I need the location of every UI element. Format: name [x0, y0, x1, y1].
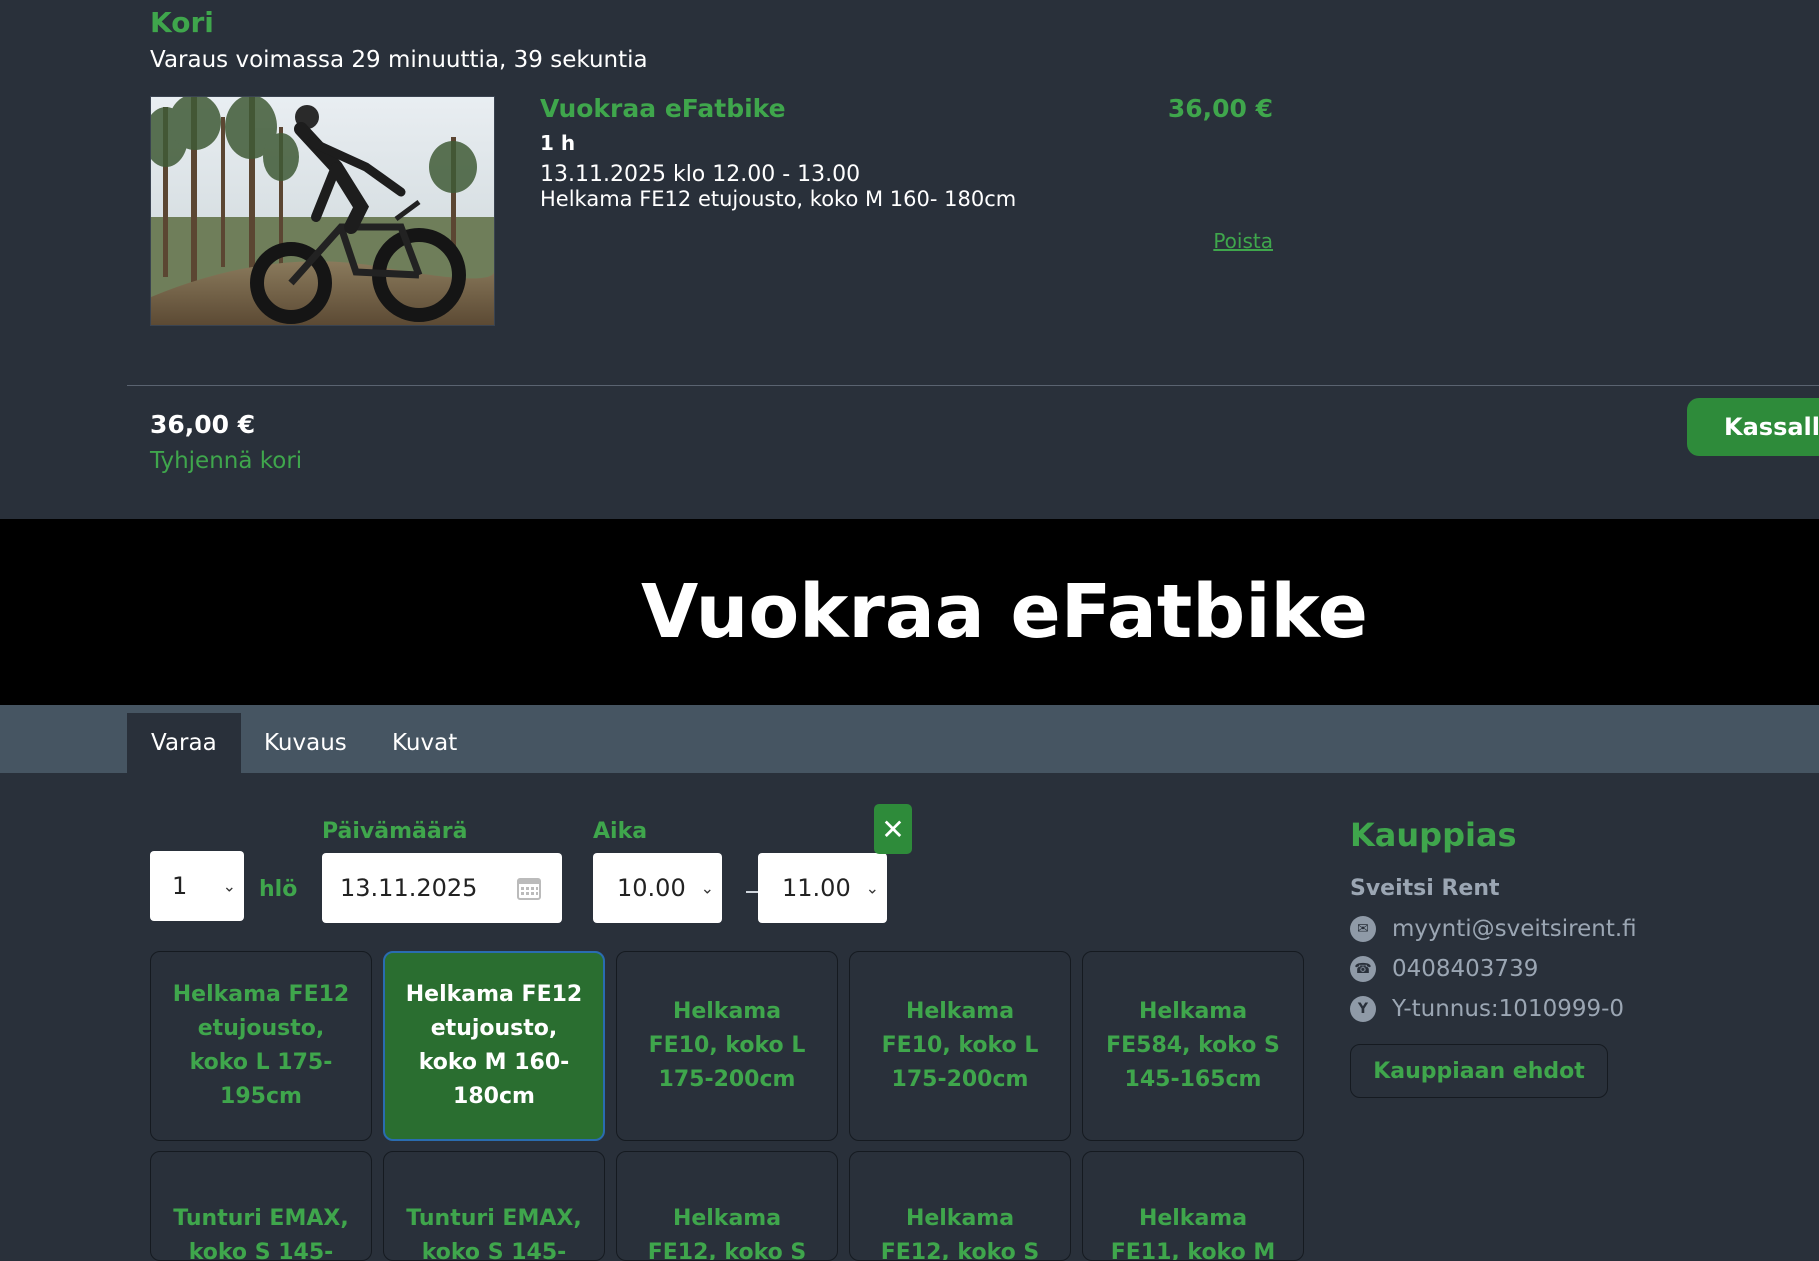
item-variant: Helkama FE12 etujousto, koko M 160- 180c…: [540, 187, 1017, 211]
tab-bar: Varaa Kuvaus Kuvat: [0, 705, 1819, 773]
item-title: Vuokraa eFatbike: [540, 94, 786, 123]
time-start-value: 10.00: [617, 874, 686, 902]
tab-kuvat[interactable]: Kuvat: [392, 713, 457, 773]
bike-card[interactable]: Helkama FE12, koko S: [849, 1151, 1071, 1261]
envelope-icon: ✉: [1350, 916, 1376, 942]
merchant-email[interactable]: myynti@sveitsirent.fi: [1392, 916, 1637, 942]
cart-divider: [127, 385, 1819, 386]
merchant-terms-button[interactable]: Kauppiaan ehdot: [1350, 1044, 1608, 1098]
merchant-name: Sveitsi Rent: [1350, 876, 1500, 901]
merchant-business-id-row: Y Y-tunnus:1010999-0: [1350, 996, 1624, 1022]
item-duration: 1 h: [540, 131, 576, 155]
merchant-phone-row[interactable]: ☎ 0408403739: [1350, 956, 1538, 982]
hero-banner: Vuokraa eFatbike: [0, 519, 1819, 705]
date-value: 13.11.2025: [340, 874, 478, 902]
bike-card-selected[interactable]: Helkama FE12 etujousto, koko M 160-180cm: [383, 951, 605, 1141]
persons-value: 1: [172, 872, 188, 900]
chevron-down-icon: ⌄: [865, 878, 879, 898]
item-price: 36,00 €: [1167, 94, 1273, 123]
efatbike-photo: [151, 97, 494, 325]
bike-card[interactable]: Helkama FE10, koko L 175-200cm: [616, 951, 838, 1141]
page-title: Vuokraa eFatbike: [641, 569, 1368, 655]
time-start-select[interactable]: 10.00 ⌄: [593, 853, 722, 923]
persons-select[interactable]: 1 ⌄: [150, 851, 244, 921]
merchant-email-row[interactable]: ✉ myynti@sveitsirent.fi: [1350, 916, 1637, 942]
clear-time-button[interactable]: ✕: [874, 804, 912, 854]
merchant-business-id: Y-tunnus:1010999-0: [1392, 996, 1625, 1022]
time-label: Aika: [593, 819, 648, 844]
merchant-title: Kauppias: [1350, 816, 1517, 854]
chevron-down-icon: ⌄: [700, 878, 714, 898]
booking-section: 1 ⌄ hlö Päivämäärä 13.11.2025 Aika 10.00…: [0, 773, 1819, 1261]
item-image: [150, 96, 495, 326]
time-end-value: 11.00: [782, 874, 851, 902]
time-end-select[interactable]: 11.00 ⌄: [758, 853, 887, 923]
bike-card[interactable]: Tunturi EMAX, koko S 145-: [150, 1151, 372, 1261]
bike-card[interactable]: Helkama FE584, koko S 145-165cm: [1082, 951, 1304, 1141]
bike-card[interactable]: Tunturi EMAX, koko S 145-: [383, 1151, 605, 1261]
persons-unit-label: hlö: [259, 877, 298, 902]
calendar-icon[interactable]: [516, 875, 542, 901]
cart-title: Kori: [150, 6, 214, 39]
item-datetime: 13.11.2025 klo 12.00 - 13.00: [540, 162, 861, 187]
clear-cart-link[interactable]: Tyhjennä kori: [150, 448, 302, 474]
close-icon: ✕: [881, 812, 905, 846]
date-input[interactable]: 13.11.2025: [322, 853, 562, 923]
merchant-phone[interactable]: 0408403739: [1392, 956, 1538, 982]
bike-card[interactable]: Helkama FE10, koko L 175-200cm: [849, 951, 1071, 1141]
cart-total: 36,00 €: [150, 410, 256, 439]
tab-varaa[interactable]: Varaa: [127, 713, 241, 773]
reservation-timer: Varaus voimassa 29 minuuttia, 39 sekunti…: [150, 47, 648, 73]
remove-item-link[interactable]: Poista: [1213, 229, 1273, 253]
bike-card[interactable]: Helkama FE12 etujousto, koko L 175-195cm: [150, 951, 372, 1141]
chevron-down-icon: ⌄: [222, 876, 236, 896]
time-separator: [746, 891, 758, 893]
business-id-icon: Y: [1350, 996, 1376, 1022]
bike-card[interactable]: Helkama FE11, koko M: [1082, 1151, 1304, 1261]
date-label: Päivämäärä: [322, 819, 468, 844]
bike-card[interactable]: Helkama FE12, koko S: [616, 1151, 838, 1261]
checkout-button[interactable]: Kassalle: [1687, 398, 1819, 456]
tab-kuvaus[interactable]: Kuvaus: [264, 713, 347, 773]
phone-icon: ☎: [1350, 956, 1376, 982]
cart-section: Kori Varaus voimassa 29 minuuttia, 39 se…: [0, 0, 1819, 519]
